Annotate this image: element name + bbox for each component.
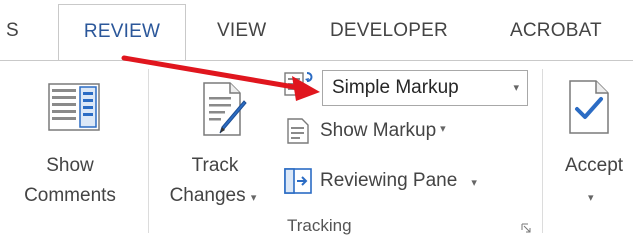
tab-acrobat[interactable]: ACROBAT bbox=[510, 20, 602, 42]
reviewing-pane-button[interactable]: Reviewing Pane ▾ bbox=[284, 164, 477, 198]
comments-pane-icon bbox=[48, 83, 100, 131]
display-for-review-icon bbox=[284, 72, 313, 96]
show-comments-label-line1: Show bbox=[46, 155, 94, 176]
reviewing-pane-icon bbox=[284, 168, 312, 194]
dialog-launcher-icon[interactable] bbox=[521, 223, 531, 233]
chevron-down-icon: ▾ bbox=[250, 192, 257, 204]
chevron-down-icon: ▾ bbox=[471, 176, 477, 189]
track-changes-icon bbox=[203, 82, 247, 136]
show-markup-icon bbox=[287, 118, 309, 144]
chevron-down-icon[interactable]: ▾ bbox=[513, 81, 519, 94]
accept-icon bbox=[569, 80, 609, 134]
tab-view[interactable]: VIEW bbox=[217, 20, 266, 42]
tab-partial-s[interactable]: S bbox=[6, 20, 19, 42]
track-changes-label-line2: Changes ▾ bbox=[169, 185, 257, 206]
chevron-down-icon: ▾ bbox=[440, 122, 446, 135]
show-markup-label: Show Markup bbox=[320, 120, 437, 141]
display-for-review-combo[interactable]: Simple Markup ▾ bbox=[322, 70, 528, 106]
ribbon-tab-strip: S REVIEW VIEW DEVELOPER ACROBAT bbox=[0, 0, 633, 61]
show-comments-button[interactable]: Show Comments bbox=[10, 69, 130, 219]
accept-button[interactable]: Accept ▾ bbox=[550, 69, 633, 219]
group-separator bbox=[148, 69, 149, 233]
chevron-down-icon: ▾ bbox=[588, 192, 594, 204]
tracking-group-label: Tracking bbox=[287, 216, 352, 235]
show-comments-label-line2: Comments bbox=[24, 185, 116, 206]
track-changes-label-line1: Track bbox=[191, 155, 239, 176]
group-separator bbox=[542, 69, 543, 233]
tab-review[interactable]: REVIEW bbox=[58, 4, 186, 61]
reviewing-pane-label: Reviewing Pane bbox=[320, 170, 458, 191]
ribbon-body: Show Comments Track Changes ▾ Show Marku… bbox=[0, 60, 633, 243]
show-markup-button[interactable]: Show Markup ▾ bbox=[286, 114, 446, 148]
accept-label: Accept bbox=[564, 155, 624, 176]
tab-developer[interactable]: DEVELOPER bbox=[330, 20, 448, 42]
track-changes-button[interactable]: Track Changes ▾ bbox=[160, 69, 270, 219]
display-for-review-value: Simple Markup bbox=[332, 77, 459, 98]
